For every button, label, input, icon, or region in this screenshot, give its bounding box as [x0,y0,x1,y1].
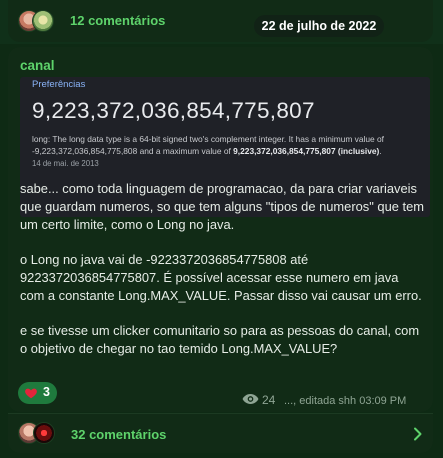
post-paragraph: o Long no java vai de -92233720368547758… [20,252,422,303]
previous-post-area: 12 comentários 22 de julho de 2022 [0,0,443,44]
embed-big-number: 9,223,372,036,854,775,807 [32,98,315,123]
chevron-right-icon[interactable] [413,427,423,441]
post-paragraph: e se tivesse um clicker comunitario so p… [20,323,420,357]
previous-comments-link[interactable]: 12 comentários [70,13,165,28]
heart-icon [25,388,37,399]
embed-description: long: The long data type is a 64-bit sig… [32,133,427,157]
embed-top-link: Preferências [32,79,86,90]
date-separator: 22 de julho de 2022 [254,15,384,37]
heart-reaction-button[interactable]: 3 [18,382,57,404]
eye-icon [242,394,259,404]
post-paragraph: sabe... como toda linguagem de programac… [20,181,424,232]
embed-description-bold: 9,223,372,036,854,775,807 (inclusive) [233,146,380,156]
avatar [32,10,54,32]
comments-count-link[interactable]: 32 comentários [71,427,166,442]
views-count: 24 [262,393,276,407]
reaction-count: 3 [43,385,50,399]
embed-description-end: . [379,146,382,156]
channel-name[interactable]: canal [20,58,55,73]
embed-date: 14 de mai. de 2013 [32,159,99,168]
avatar [33,422,55,444]
post-text: sabe... como toda linguagem de programac… [20,180,425,376]
channel-post: canal Preferências 9,223,372,036,854,775… [8,47,433,412]
edited-timestamp: ..., editada shh 03:09 PM [284,395,407,407]
comments-bar[interactable]: 32 comentários [8,413,433,453]
